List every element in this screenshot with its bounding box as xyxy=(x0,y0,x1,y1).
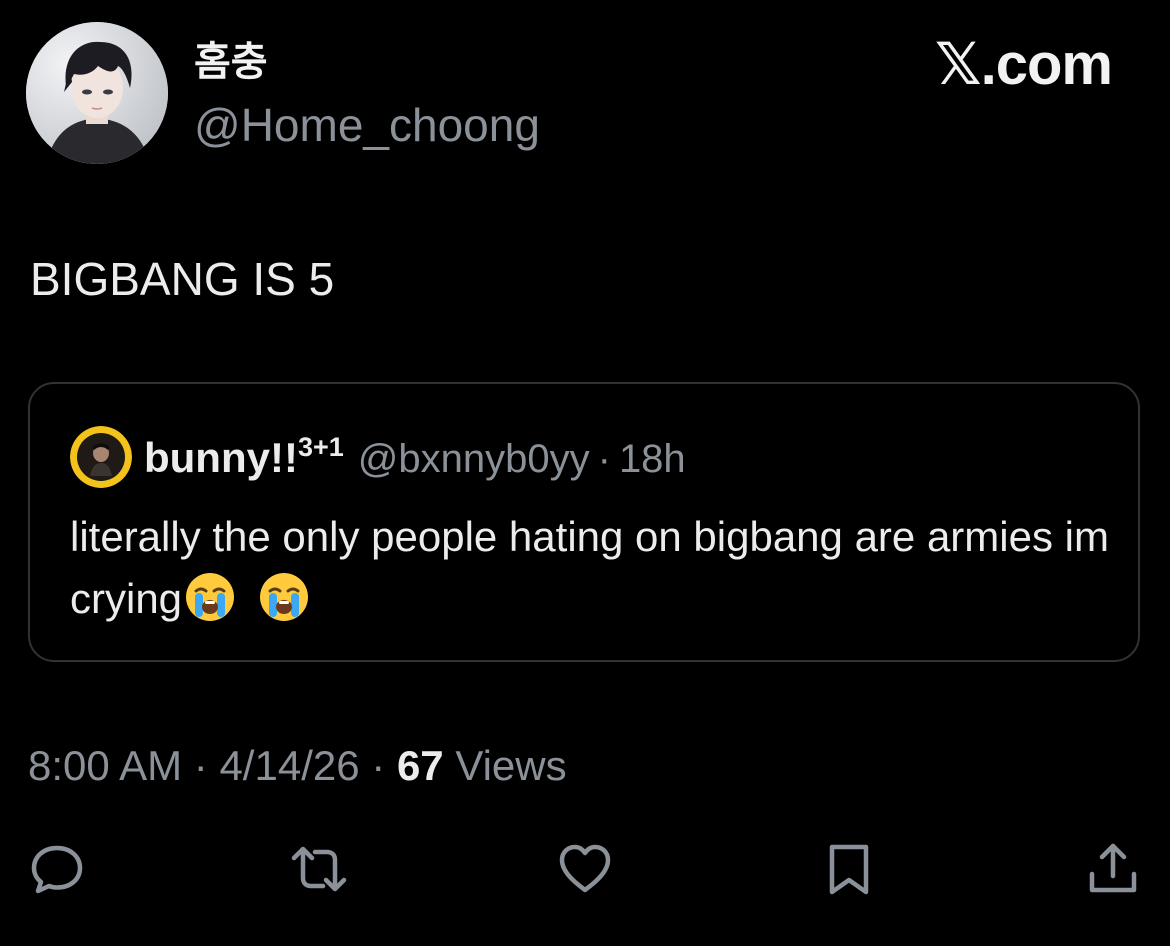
retweet-button[interactable] xyxy=(288,838,350,900)
quoted-author-name-superscript: 3+1 xyxy=(297,432,344,462)
views-count[interactable]: 67 xyxy=(397,742,444,789)
reply-button[interactable] xyxy=(26,838,88,900)
share-button[interactable] xyxy=(1082,838,1144,900)
loudly-crying-face-icon xyxy=(186,573,235,621)
avatar-anime-portrait-icon xyxy=(26,22,168,164)
like-icon xyxy=(559,844,611,893)
quoted-tweet-header: bunny!! 3+1 @bxnnyb0yy · 18h xyxy=(144,430,686,486)
tweet-text: BIGBANG IS 5 xyxy=(30,253,335,305)
author-avatar[interactable] xyxy=(26,22,168,164)
quoted-author-name[interactable]: bunny!! xyxy=(144,430,298,486)
meta-separator-dot: · xyxy=(371,742,386,789)
quoted-author-handle[interactable]: @bxnnyb0yy xyxy=(358,431,590,487)
share-icon xyxy=(1089,843,1137,893)
quoted-tweet-text-container: literally the only people hating on bigb… xyxy=(70,506,1110,630)
quoted-tweet-time[interactable]: 18h xyxy=(619,437,686,482)
meta-separator-dot: · xyxy=(193,742,208,789)
author-display-name[interactable]: 홈충 xyxy=(194,38,268,86)
tweet-meta: 8:00 AM · 4/14/26 · 67 Views xyxy=(28,740,567,792)
views-label: Views xyxy=(455,742,567,789)
quoted-separator-dot: · xyxy=(597,437,611,481)
like-button[interactable] xyxy=(554,838,616,900)
brand-logo: 𝕏.com xyxy=(934,32,1113,97)
tweet-time[interactable]: 8:00 AM xyxy=(28,742,182,789)
quoted-avatar-icon xyxy=(70,426,132,488)
retweet-icon xyxy=(291,846,347,892)
bookmark-button[interactable] xyxy=(818,838,880,900)
tweet-date[interactable]: 4/14/26 xyxy=(219,742,359,789)
author-handle[interactable]: @Home_choong xyxy=(194,98,540,152)
reply-icon xyxy=(31,845,83,894)
bookmark-icon xyxy=(829,844,869,895)
quoted-tweet-card[interactable]: bunny!! 3+1 @bxnnyb0yy · 18h literally t… xyxy=(28,382,1140,662)
quoted-author-avatar[interactable] xyxy=(70,426,132,488)
loudly-crying-face-icon xyxy=(260,573,309,621)
